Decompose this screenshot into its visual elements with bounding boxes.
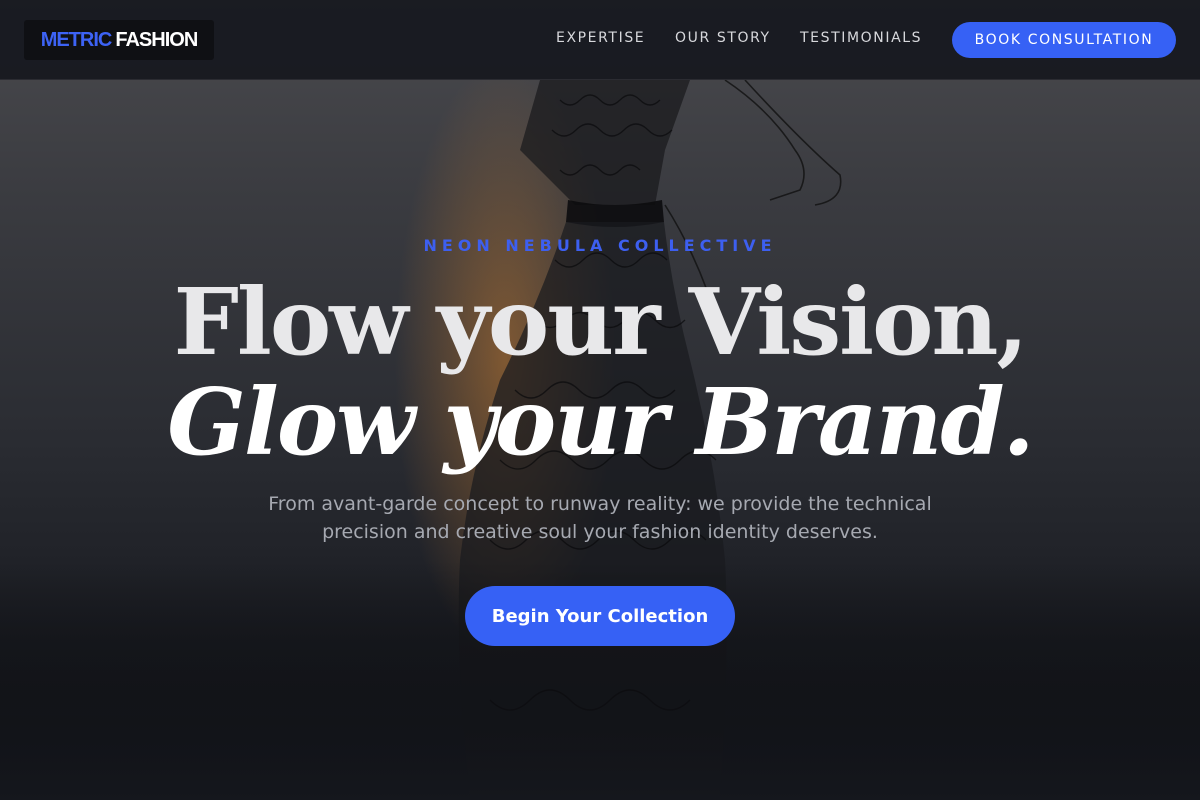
hero-subtitle: From avant-garde concept to runway reali…: [268, 493, 932, 543]
headline-line-2: Glow your Brand.: [167, 368, 1034, 476]
brand-logo[interactable]: METRIC FASHION: [24, 20, 214, 60]
logo-text-metric: METRIC: [40, 28, 113, 51]
nav-link-expertise[interactable]: EXPERTISE: [556, 30, 645, 46]
book-consultation-button[interactable]: BOOK CONSULTATION: [952, 22, 1176, 58]
logo-text-fashion: FASHION: [115, 28, 198, 51]
nav-link-our-story[interactable]: OUR STORY: [675, 30, 771, 46]
headline-line-1: Flow your Vision,: [173, 268, 1029, 376]
hero-headline: Flow your Vision, Glow your Brand.: [0, 272, 1200, 472]
top-navigation: METRIC FASHION EXPERTISE OUR STORY TESTI…: [0, 0, 1200, 80]
nav-link-testimonials[interactable]: TESTIMONIALS: [800, 30, 922, 46]
begin-collection-button[interactable]: Begin Your Collection: [465, 586, 735, 646]
hero-eyebrow: NEON NEBULA COLLECTIVE: [423, 236, 777, 255]
